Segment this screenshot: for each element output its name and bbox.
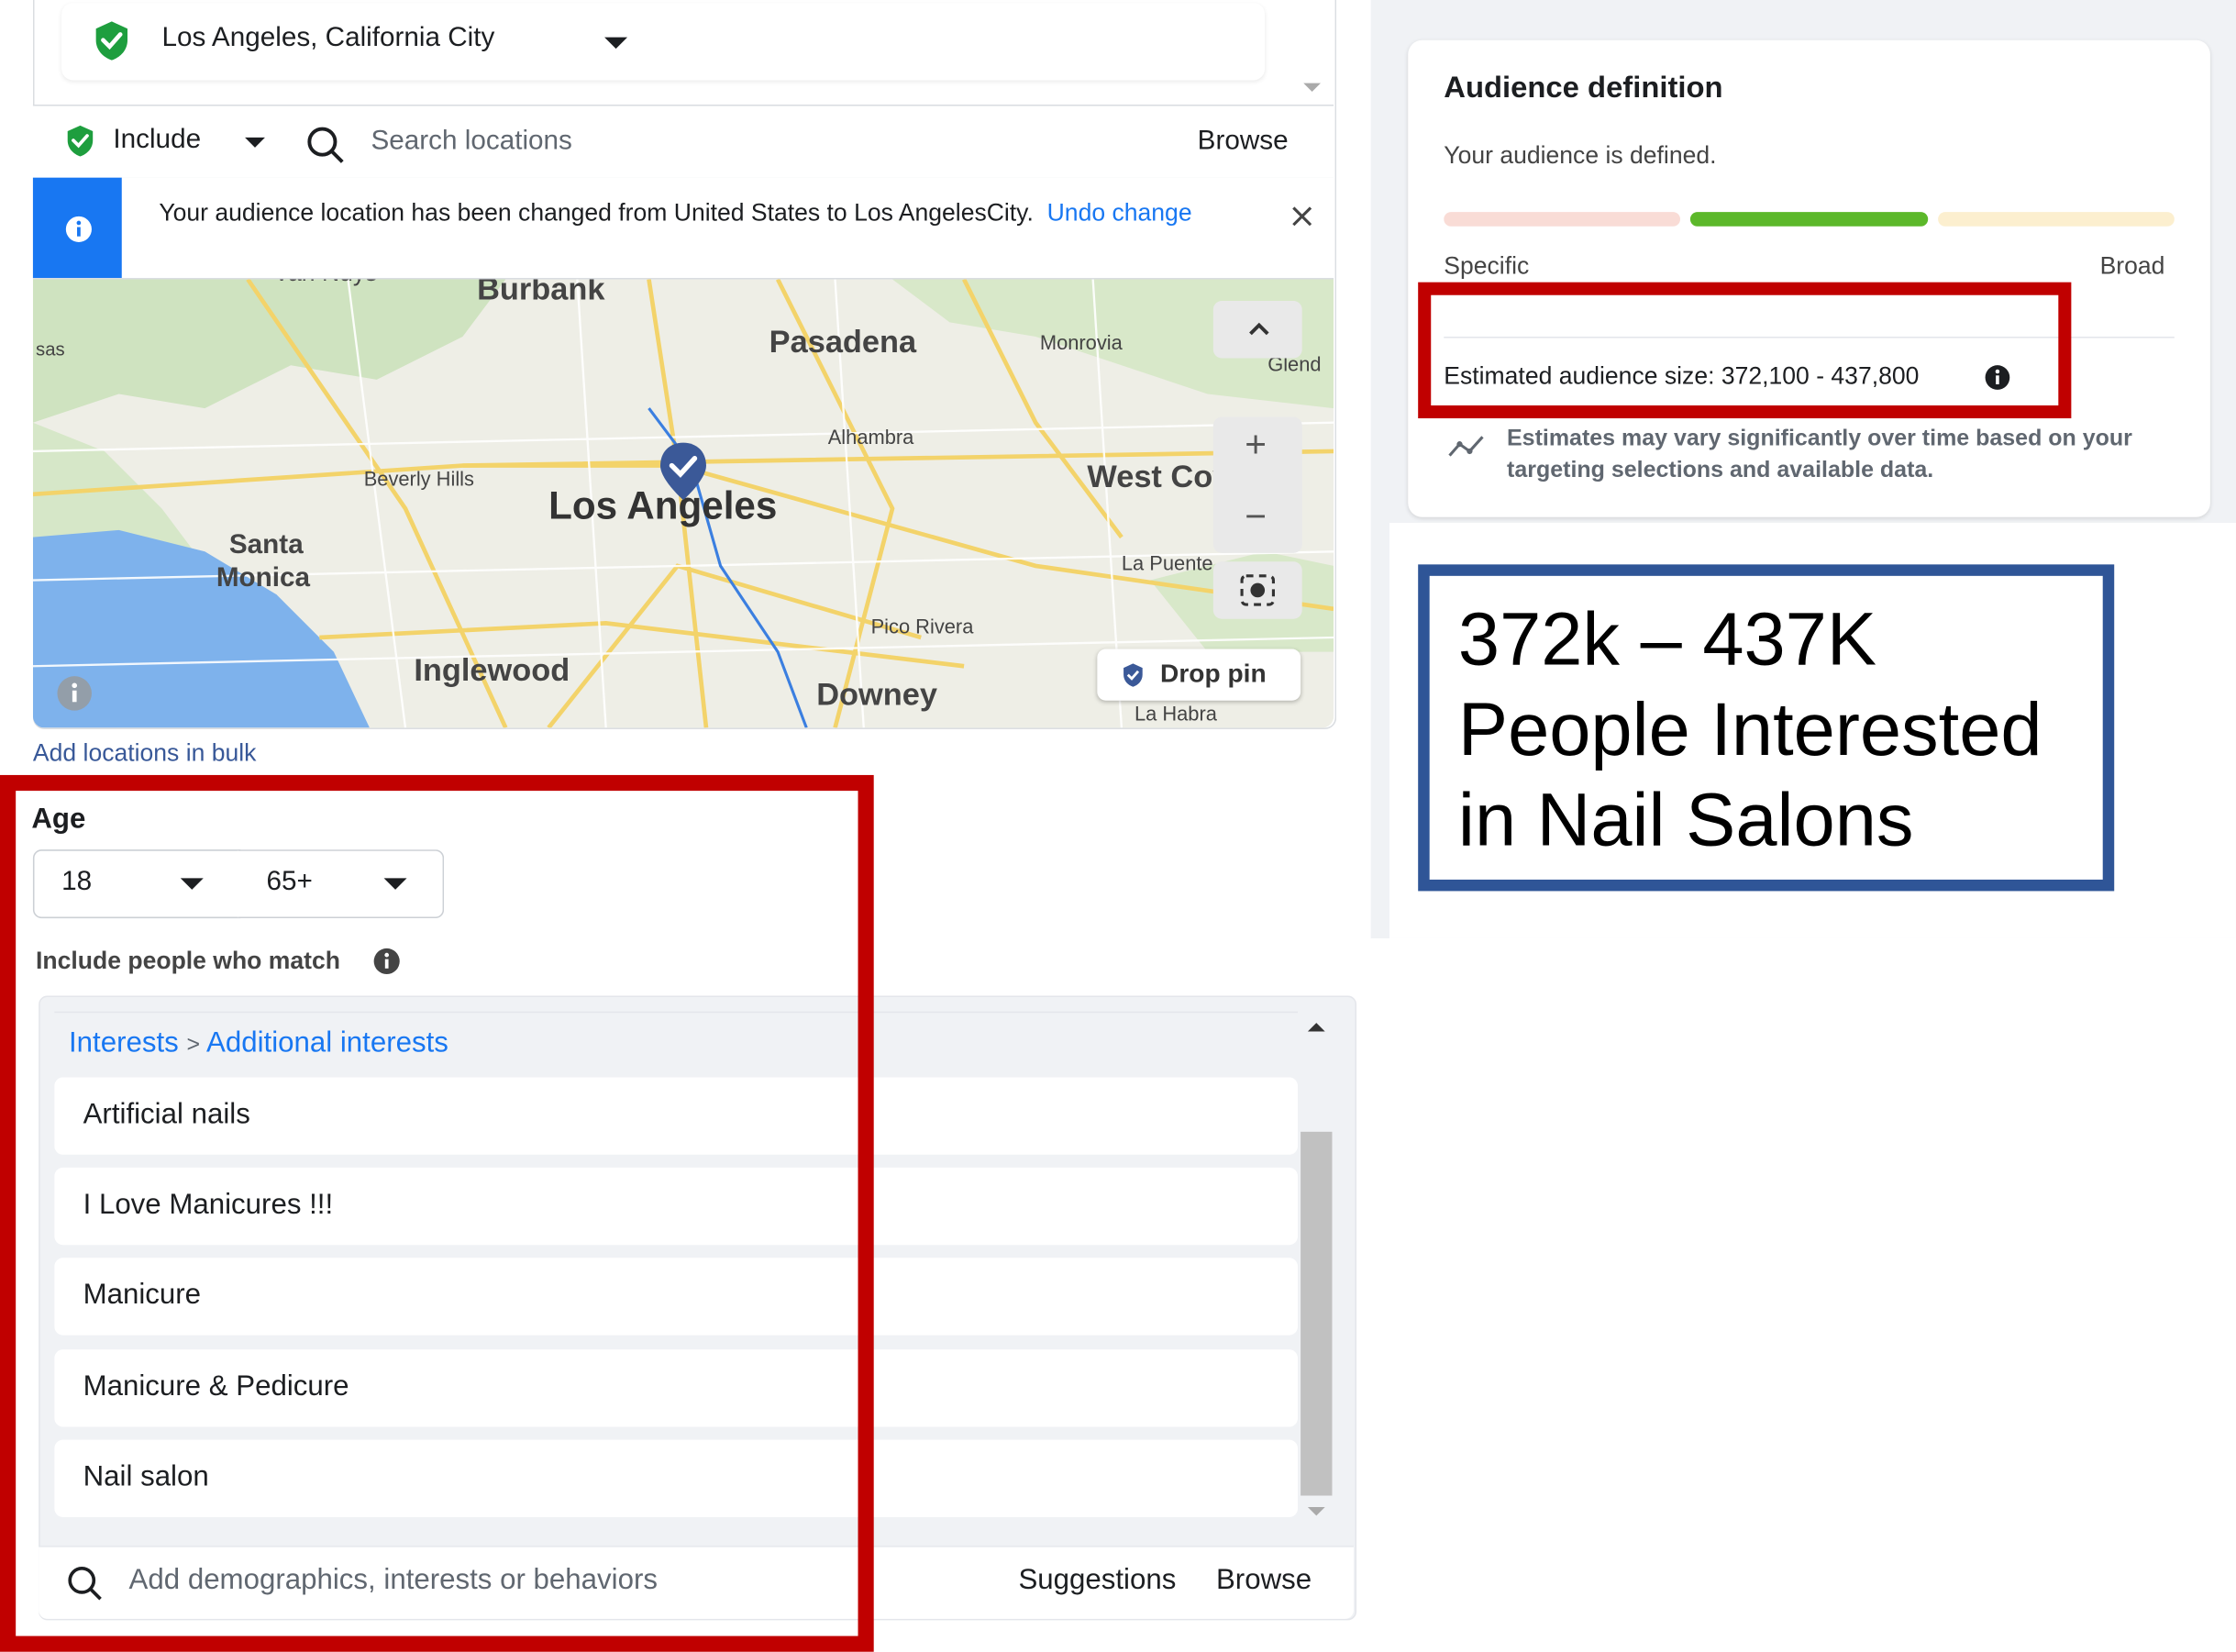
- chevron-up-icon: [1249, 322, 1269, 336]
- map-label-beverly-hills: Beverly Hills: [363, 467, 474, 491]
- map-info-icon[interactable]: [56, 675, 94, 713]
- drop-pin-icon: [1124, 663, 1143, 687]
- map-label-sas: sas: [36, 338, 65, 360]
- audience-meter-specific: [1444, 212, 1680, 227]
- targeting-highlight: [0, 774, 874, 1652]
- include-check-icon: [67, 125, 94, 157]
- map-collapse-button[interactable]: [1212, 300, 1302, 359]
- search-locations-input[interactable]: Search locations: [371, 126, 572, 157]
- map-label-la-puente: La Puente: [1121, 551, 1213, 575]
- add-locations-bulk-link[interactable]: Add locations in bulk: [33, 739, 257, 768]
- map-label-monica: Monica: [216, 562, 311, 593]
- drop-pin-label: Drop pin: [1160, 659, 1267, 688]
- map-label-monrovia: Monrovia: [1039, 330, 1123, 354]
- callout-line-1: 372k – 437K: [1457, 598, 1877, 682]
- audience-meter-defined: [1689, 212, 1929, 227]
- location-change-notice: Your audience location has been changed …: [32, 177, 1334, 280]
- notice-message: Your audience location has been changed …: [159, 198, 1247, 229]
- include-search-row: [32, 105, 1334, 180]
- scroll-down-icon[interactable]: [1303, 83, 1321, 92]
- map-label-la-habra: La Habra: [1134, 702, 1217, 726]
- estimate-trend-icon: [1448, 436, 1484, 457]
- map-label-alhambra: Alhambra: [827, 425, 914, 449]
- map-label-burbank: Burbank: [477, 279, 605, 307]
- interests-scroll-up-icon[interactable]: [1307, 1023, 1325, 1032]
- highlight-inner: [1431, 295, 2058, 413]
- suggestions-button[interactable]: Suggestions: [1018, 1564, 1176, 1597]
- zoom-in-button[interactable]: +: [1245, 423, 1267, 467]
- targeting-browse-button[interactable]: Browse: [1216, 1564, 1312, 1597]
- browse-locations-button[interactable]: Browse: [1198, 126, 1289, 157]
- close-icon[interactable]: [1290, 205, 1313, 227]
- map-label-van-nuys: Van Nuys: [273, 280, 377, 288]
- audience-meter-broad: [1938, 212, 2175, 227]
- interests-scroll-down-icon[interactable]: [1307, 1507, 1325, 1516]
- meter-broad-label: Broad: [2099, 251, 2165, 280]
- undo-change-link[interactable]: Undo change: [1047, 199, 1192, 227]
- locate-icon: [1240, 574, 1276, 606]
- map-label-santa: Santa: [228, 529, 304, 560]
- selected-location-text: Los Angeles, California City: [161, 22, 495, 53]
- map-pin-icon[interactable]: [658, 439, 709, 503]
- audience-title: Audience definition: [1444, 72, 1723, 105]
- include-caret-icon[interactable]: [245, 137, 265, 148]
- map-zoom-controls: + −: [1212, 416, 1302, 553]
- map-label-inglewood: Inglewood: [414, 651, 570, 688]
- info-icon: [65, 216, 92, 242]
- my-location-button[interactable]: [1212, 561, 1302, 619]
- audience-callout-box: 372k – 437K People Interested in Nail Sa…: [1418, 564, 2115, 892]
- search-icon: [307, 127, 344, 163]
- map-label-pasadena: Pasadena: [769, 323, 917, 360]
- callout-line-3: in Nail Salons: [1457, 779, 1914, 863]
- location-map[interactable]: Burbank Van Nuys Pasadena Monrovia Glend…: [32, 279, 1334, 728]
- estimate-disclaimer: Estimates may vary significantly over ti…: [1507, 427, 2132, 483]
- verified-check-icon: [95, 21, 128, 61]
- callout-line-2: People Interested: [1457, 689, 2042, 772]
- map-label-downey: Downey: [816, 676, 937, 713]
- map-label-pico-rivera: Pico Rivera: [870, 615, 974, 638]
- interests-scrollbar[interactable]: [1301, 1131, 1333, 1496]
- include-dropdown-label[interactable]: Include: [113, 125, 201, 156]
- meter-specific-label: Specific: [1444, 251, 1530, 280]
- callout-text: 372k – 437K People Interested in Nail Sa…: [1458, 596, 2042, 867]
- audience-status: Your audience is defined.: [1444, 141, 1717, 170]
- drop-pin-button[interactable]: Drop pin: [1097, 649, 1301, 701]
- zoom-out-button[interactable]: −: [1245, 494, 1267, 538]
- notice-text: Your audience location has been changed …: [159, 199, 1034, 227]
- location-dropdown-icon[interactable]: [604, 37, 628, 50]
